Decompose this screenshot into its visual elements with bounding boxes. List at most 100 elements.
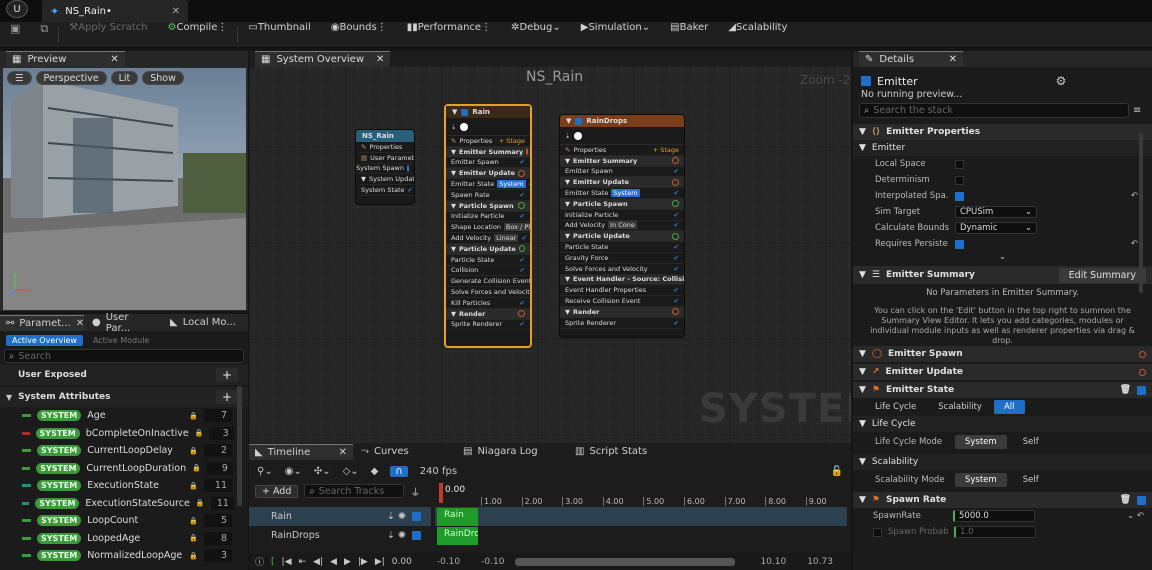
check-icon[interactable]: ✔ [520, 266, 525, 274]
check-icon[interactable]: ✔ [674, 319, 679, 327]
prop-checkbox[interactable] [955, 191, 964, 201]
params-search-input[interactable]: ⌕ Search [4, 349, 244, 363]
debug-button[interactable]: ✲Debug⌄ [501, 22, 571, 48]
more-options-icon[interactable]: ⋮ [377, 22, 387, 33]
browse-button[interactable]: ⧉ [30, 22, 58, 48]
emitter-properties-section[interactable]: ▼ ⟨⟩ Emitter Properties [853, 124, 1152, 140]
module-row[interactable]: ▼Event Handler - Source: CollisionEvent [560, 274, 684, 286]
enabled-checkbox[interactable] [461, 108, 469, 116]
spawn-rate-input[interactable]: 5000.0 [953, 510, 1035, 522]
to-end-icon[interactable]: ▶| [375, 557, 385, 567]
expand-icon[interactable]: ⌄ [853, 252, 1152, 266]
preview-tab[interactable]: ▦ Preview ✕ [6, 51, 125, 67]
add-module-icon[interactable] [672, 232, 679, 240]
prop-checkbox[interactable] [955, 239, 964, 249]
step-back-key-icon[interactable]: ⇤ [299, 557, 307, 567]
prop-checkbox[interactable] [955, 159, 964, 169]
module-row[interactable]: Spawn Rate ✔ [446, 190, 530, 201]
save-button[interactable]: ▣ [0, 22, 30, 48]
close-icon[interactable]: ✕ [172, 6, 180, 17]
add-module-icon[interactable] [672, 178, 679, 186]
tab-niagara-log[interactable]: ▤ Niagara Log [457, 444, 567, 460]
check-icon[interactable]: ✔ [520, 212, 525, 220]
add-module-icon[interactable] [518, 202, 525, 210]
check-icon[interactable]: ✔ [520, 299, 525, 307]
magnet-snap-button[interactable]: ∩ [390, 465, 408, 477]
play-icon[interactable]: ▶ [344, 557, 351, 567]
mode-self[interactable]: Self [1013, 435, 1049, 449]
compile-button[interactable]: ⚙Compile⋮ [158, 22, 238, 48]
module-row[interactable]: ▼ Particle Spawn [560, 198, 684, 210]
scalability-group[interactable]: ▼ Scalability [853, 454, 1152, 470]
tab-parameters[interactable]: ⚯ Paramet... ✕ [0, 314, 84, 331]
system-node-row[interactable]: System Spawn [356, 164, 414, 175]
add-module-icon[interactable] [518, 245, 525, 253]
attribute-row[interactable]: SYSTEM bCompleteOnInactive 🔒 3 [0, 425, 248, 443]
check-icon[interactable]: ✔ [674, 265, 679, 273]
add-module-icon[interactable] [1139, 350, 1146, 358]
track-enabled-checkbox[interactable] [412, 512, 421, 521]
timeline-scrollbar[interactable] [515, 557, 736, 566]
stack-search-input[interactable]: ⌕ Search the stack [859, 103, 1129, 118]
perspective-button[interactable]: Perspective [35, 71, 107, 85]
emitter-enabled-checkbox[interactable] [861, 76, 871, 86]
check-icon[interactable]: ✔ [408, 186, 413, 194]
module-row[interactable]: Shape LocationBox / Plane✔ [446, 222, 530, 234]
filter-icon[interactable]: ⏚ [410, 484, 420, 499]
prop-combo[interactable]: Dynamic ⌄ [955, 222, 1037, 234]
step-back-icon[interactable]: ◀| [313, 557, 323, 567]
active-module-button[interactable]: Active Module [87, 336, 155, 345]
module-row[interactable]: Gravity Force ✔ [560, 253, 684, 264]
add-track-button[interactable]: + Add [255, 484, 299, 498]
edit-summary-button[interactable]: Edit Summary [1058, 267, 1146, 283]
track-raindrops[interactable]: RainDrops ⇣ ✺ [249, 526, 431, 545]
info-icon[interactable]: ⓘ [255, 555, 264, 568]
close-icon[interactable]: ✕ [339, 447, 347, 458]
unreal-logo-icon[interactable]: U [6, 0, 28, 18]
attribute-row[interactable]: SYSTEM Age 🔒 7 [0, 407, 248, 425]
mode-system[interactable]: System [955, 473, 1007, 487]
rain-emitter-node[interactable]: ▼ Rain ⇣ ✎ Properties + Stage ▼ Emitter Summ… [444, 104, 532, 348]
scrollbar[interactable] [1139, 133, 1143, 293]
module-row[interactable]: Particle State ✔ [446, 255, 530, 266]
snap-options-icon[interactable]: ✣⌄ [314, 466, 331, 477]
show-button[interactable]: Show [142, 71, 184, 85]
reset-icon[interactable]: ⌄ ↶ [1127, 511, 1152, 521]
attribute-row[interactable]: SYSTEM CurrentLoopDuration 🔒 9 [0, 460, 248, 478]
check-icon[interactable]: ✔ [674, 167, 679, 175]
filter-icon[interactable]: ≡ [1133, 105, 1141, 116]
scrollbar[interactable] [237, 386, 242, 506]
play-reverse-icon[interactable]: ◀ [330, 557, 337, 567]
tab-user-parameters[interactable]: ● User Par... [86, 312, 162, 334]
delete-icon[interactable]: 🗑 [1120, 385, 1131, 395]
module-row[interactable]: Collision ✔ [446, 266, 530, 277]
attribute-row[interactable]: SYSTEM ExecutionStateSource 🔒 11 [0, 495, 248, 513]
add-module-icon[interactable] [407, 164, 409, 172]
system-node-row[interactable]: System State ✔ [356, 185, 414, 196]
tab-curves[interactable]: ⤳ Curves [355, 444, 455, 460]
add-module-icon[interactable] [672, 200, 679, 208]
add-module-icon[interactable] [526, 148, 529, 156]
attribute-row[interactable]: SYSTEM LoopedAge 🔒 8 [0, 530, 248, 548]
module-row[interactable]: Emitter Spawn ✔ [560, 167, 684, 178]
close-icon[interactable]: ✕ [76, 318, 84, 329]
module-row[interactable]: ▼ Particle Update [446, 243, 530, 255]
module-row[interactable]: Emitter StateSystem✔ [446, 179, 530, 190]
track-rain[interactable]: Rain ⇣ ✺ [249, 507, 431, 526]
module-row[interactable]: Emitter StateSystem✔ [560, 188, 684, 199]
mode-system[interactable]: System [955, 435, 1007, 449]
module-row[interactable]: ▼ Particle Update [560, 231, 684, 243]
add-system-attribute-button[interactable]: + [216, 390, 238, 404]
enabled-checkbox[interactable] [575, 117, 583, 125]
check-icon[interactable]: ✔ [674, 254, 679, 262]
tab-system-overview[interactable]: ▦ System Overview ✕ [255, 51, 391, 67]
module-row[interactable]: Event Handler Properties ✔ [560, 285, 684, 297]
module-row[interactable]: ▼ Emitter Update [560, 177, 684, 189]
prop-combo[interactable]: CPUSim ⌄ [955, 206, 1037, 218]
attribute-row[interactable]: SYSTEM NormalizedLoopAge 🔒 3 [0, 547, 248, 565]
gear-icon[interactable]: ⚙ [1056, 74, 1067, 88]
module-row[interactable]: Kill Particles ✔ [446, 298, 530, 309]
more-options-icon[interactable]: ⋮ [481, 22, 491, 33]
add-stage-button[interactable]: + Stage [653, 146, 679, 154]
diamond-key-icon[interactable]: ◇⌄ [343, 466, 359, 477]
